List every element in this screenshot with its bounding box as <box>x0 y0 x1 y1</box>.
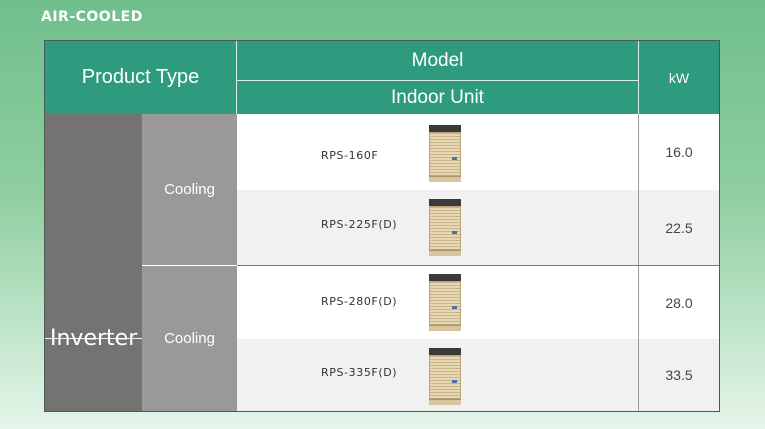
section-title: AIR-COOLED <box>41 9 143 25</box>
product-table: Product Type Model Indoor Unit kW Invert… <box>44 40 720 412</box>
model-code: RPS-335F(D) <box>321 366 398 379</box>
kw-value: 22.5 <box>638 190 719 265</box>
table-row: RPS-225F(D) <box>237 190 638 265</box>
kw-value: 28.0 <box>638 266 719 339</box>
inverter-group: Inverter <box>45 114 142 411</box>
table-row: RPS-280F(D) <box>237 266 638 339</box>
header-product-type: Product Type <box>45 41 237 114</box>
model-code: RPS-225F(D) <box>321 218 398 231</box>
header-kw: kW <box>638 41 719 114</box>
inverter-label: Inverter <box>50 326 138 351</box>
indoor-unit-image <box>429 199 461 256</box>
indoor-unit-image <box>429 274 461 331</box>
indoor-unit-image <box>429 348 461 405</box>
header-model: Model <box>237 41 638 81</box>
mode-cooling-2: Cooling <box>142 265 237 411</box>
indoor-unit-image <box>429 125 461 182</box>
kw-value: 16.0 <box>638 114 719 190</box>
kw-value: 33.5 <box>638 339 719 411</box>
model-code: RPS-280F(D) <box>321 295 398 308</box>
model-code: RPS-160F <box>321 149 379 162</box>
mode-cooling-1: Cooling <box>142 114 237 265</box>
table-row: RPS-335F(D) <box>237 339 638 411</box>
header-indoor-unit: Indoor Unit <box>237 81 638 114</box>
table-row: RPS-160F <box>237 114 638 190</box>
